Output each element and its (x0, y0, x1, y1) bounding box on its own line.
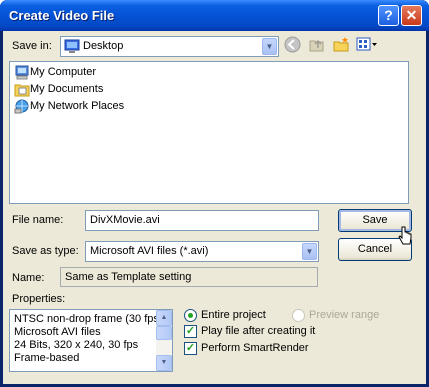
computer-icon (14, 65, 30, 80)
properties-scrollbar[interactable]: ▲ ▼ (156, 310, 172, 371)
save-as-type-dropdown[interactable]: Microsoft AVI files (*.avi) ▼ (85, 241, 319, 262)
name-value: Same as Template setting (65, 271, 192, 283)
dialog-body: Save in: Desktop ▼ My Computer My Docume… (3, 31, 426, 384)
save-in-label: Save in: (12, 40, 52, 52)
property-line: 24 Bits, 320 x 240, 30 fps (14, 339, 139, 351)
property-line: Microsoft AVI files (14, 326, 101, 338)
window-title: Create Video File (9, 8, 115, 23)
save-as-type-value: Microsoft AVI files (*.avi) (90, 245, 209, 257)
save-in-dropdown[interactable]: Desktop ▼ (60, 36, 279, 57)
title-bar[interactable]: Create Video File ? ✕ (0, 0, 429, 31)
preview-range-radio (292, 309, 305, 322)
chevron-down-icon[interactable]: ▼ (302, 243, 317, 260)
list-item-label: My Network Places (30, 100, 125, 112)
properties-label: Properties: (12, 293, 66, 305)
name-label: Name: (12, 272, 45, 284)
help-button[interactable]: ? (378, 5, 399, 26)
save-in-value: Desktop (83, 40, 124, 52)
scroll-up-icon[interactable]: ▲ (156, 310, 172, 326)
play-after-checkbox[interactable]: ✓ (184, 325, 197, 338)
file-name-input[interactable]: DivXMovie.avi (85, 210, 319, 231)
save-as-type-label: Save as type: (12, 245, 79, 257)
chevron-down-icon[interactable]: ▼ (262, 38, 277, 55)
back-icon[interactable] (284, 36, 301, 53)
network-places-icon (14, 99, 30, 114)
scroll-thumb[interactable] (156, 326, 172, 340)
scroll-down-icon[interactable]: ▼ (156, 355, 172, 371)
entire-project-radio[interactable] (184, 309, 197, 322)
views-menu-icon[interactable] (356, 36, 378, 53)
smart-render-label: Perform SmartRender (201, 342, 309, 354)
close-button[interactable]: ✕ (401, 5, 422, 26)
documents-folder-icon (14, 82, 30, 97)
list-item-label: My Computer (30, 66, 97, 78)
dialog-window: Create Video File ? ✕ Save in: Desktop ▼ (0, 0, 429, 387)
entire-project-label: Entire project (201, 309, 266, 321)
up-folder-icon[interactable] (308, 36, 325, 53)
list-item-label: My Documents (30, 83, 104, 95)
hand-cursor-icon (398, 226, 412, 248)
properties-list[interactable]: NTSC non-drop frame (30 fps) Microsoft A… (9, 309, 173, 372)
property-line: Frame-based (14, 352, 80, 364)
smart-render-checkbox[interactable]: ✓ (184, 342, 197, 355)
play-after-label: Play file after creating it (201, 325, 316, 337)
new-folder-icon[interactable] (333, 36, 350, 53)
file-name-label: File name: (12, 214, 64, 226)
desktop-icon (64, 39, 80, 54)
name-field: Same as Template setting (60, 267, 318, 287)
preview-range-label: Preview range (309, 309, 380, 321)
file-list[interactable]: My Computer My Documents My Network Plac… (9, 61, 409, 204)
file-name-value: DivXMovie.avi (90, 214, 160, 226)
property-line: NTSC non-drop frame (30 fps) (14, 313, 163, 325)
